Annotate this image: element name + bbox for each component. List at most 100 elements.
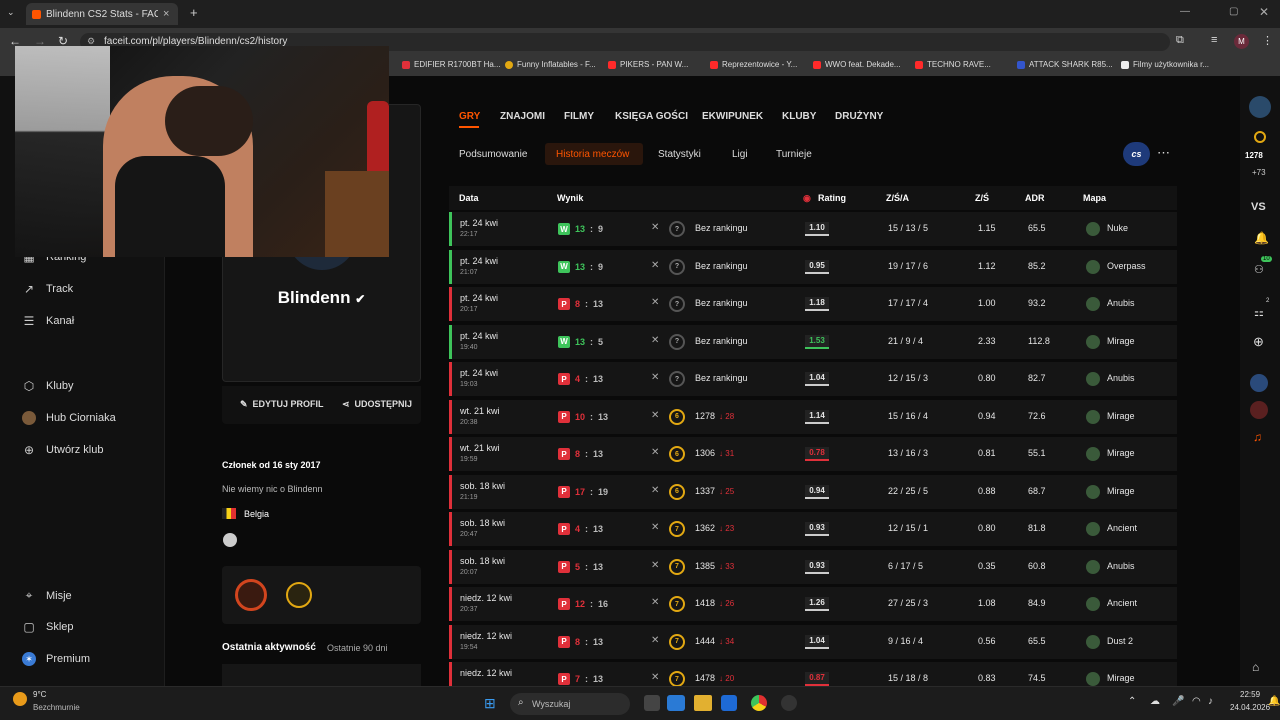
party-icon[interactable]: ⚏ [1254,306,1264,319]
nav-item-clubs[interactable]: ⬡ Kluby [22,379,74,393]
file-explorer-icon[interactable] [694,695,712,711]
tab-guestbook[interactable]: KSIĘGA GOŚCI [615,111,688,122]
user-avatar[interactable] [1249,96,1271,118]
nav-item-missions[interactable]: ⌖ Misje [22,588,72,603]
bookmark-item[interactable]: Funny Inflatables - F... [505,60,596,69]
crossed-swords-icon: ✕ [651,559,660,571]
nav-item-track[interactable]: ↗ Track [22,282,73,296]
friends-icon[interactable]: ⚇ [1254,263,1264,276]
more-options-icon[interactable]: ⋯ [1157,145,1170,161]
match-time: 19:59 [460,456,478,463]
nav-item-premium[interactable]: ✶ Premium [22,652,90,666]
weather-icon[interactable] [13,692,27,706]
bookmark-item[interactable]: WWO feat. Dekade... [813,60,901,69]
skill-level-icon: ? [669,221,685,237]
table-row[interactable]: pt. 24 kwi 19:03 P 4:13 ✕? Bez rankingu 1.04 12… [449,362,1177,396]
tray-app-icon[interactable]: ☁ [1150,696,1160,707]
match-kda: 12 / 15 / 3 [888,373,929,383]
match-kda: 22 / 25 / 5 [888,485,929,496]
reading-list-icon[interactable]: ≡ [1211,34,1217,46]
chat-icon[interactable]: ⌂ [1252,660,1259,674]
elo-value: 1385 [695,560,716,571]
maximize-icon[interactable]: ▢ [1229,6,1238,17]
friend-avatar-1[interactable] [1250,374,1268,392]
browser-menu-icon[interactable]: ⋮ [1262,34,1273,47]
taskbar-search-input[interactable]: Wyszukaj [510,693,630,715]
vs-button[interactable]: VS [1251,201,1266,213]
add-icon[interactable]: ⊕ [1253,334,1264,350]
nav-item-feed[interactable]: ☰ Kanał [22,314,75,328]
volume-icon[interactable]: ♪ [1208,696,1213,707]
notifications-icon[interactable]: 🔔 [1268,696,1280,707]
wifi-icon[interactable]: ◠ [1192,696,1201,707]
bookmark-item[interactable]: Reprezentowice - Y... [710,60,797,69]
table-row[interactable]: pt. 24 kwi 20:17 P 8:13 ✕? Bez rankingu 1.18 17… [449,287,1177,321]
profile-avatar[interactable]: M [1234,34,1249,49]
edit-profile-button[interactable]: ✎ EDYTUJ PROFIL [240,399,324,410]
bookmark-item[interactable]: ATTACK SHARK R85... [1017,60,1113,69]
minimize-icon[interactable]: — [1180,6,1190,17]
subtab-stats[interactable]: Statystyki [658,149,701,160]
tab-games[interactable]: GRY [459,111,480,122]
bookmark-item[interactable]: Filmy użytkownika r... [1121,60,1209,69]
map-icon [1086,297,1100,311]
table-row[interactable]: sob. 18 kwi 21:19 P 17:19 ✕ 6 1337 ↓ 25 0.94 22 /… [449,474,1177,509]
store-icon[interactable] [721,695,737,711]
map-icon [1086,222,1100,236]
table-row[interactable]: pt. 24 kwi 21:07 W 13:9 ✕? Bez rankingu 0.95 19… [449,249,1177,284]
subtab-tournaments[interactable]: Turnieje [776,149,812,160]
match-elo: 1362 ↓ 23 [695,523,734,533]
table-row[interactable]: niedz. 12 kwi 20:37 P 12:16 ✕ 7 1418 ↓ 26 1.26 27… [449,587,1177,621]
table-row[interactable]: wt. 21 kwi 20:38 P 10:13 ✕ 6 1278 ↓ 28 1.14 15 / … [449,399,1177,434]
score-own: 4 [575,374,581,384]
microphone-icon[interactable]: 🎤 [1172,696,1184,707]
windows-start-icon[interactable]: ⊞ [484,695,496,712]
nav-item-shop[interactable]: ▢ Sklep [22,620,73,634]
score-separator: : [590,411,594,422]
chrome-icon[interactable] [751,695,767,711]
elo-value: 1306 [695,448,716,458]
tab-videos[interactable]: FILMY [564,111,594,122]
bookmark-item[interactable]: PIKERS - PAN W... [608,60,688,69]
friend-avatar-2[interactable] [1250,401,1268,419]
bookmark-item[interactable]: TECHNO RAVE... [915,60,991,69]
table-row[interactable]: wt. 21 kwi 19:59 P 8:13 ✕ 6 1306 ↓ 31 0.78 13 / 1… [449,437,1177,471]
tab-clubs[interactable]: KLUBY [782,111,816,122]
task-view-icon[interactable] [644,695,660,711]
badge-rank-icon[interactable] [286,582,312,608]
subtab-summary[interactable]: Podsumowanie [459,149,527,160]
table-row[interactable]: niedz. 12 kwi 19:54 P 8:13 ✕ 7 1444 ↓ 34 1.04 9 /… [449,624,1177,659]
table-row[interactable]: sob. 18 kwi 20:07 P 5:13 ✕ 7 1385 ↓ 33 0.93 6 / 1… [449,549,1177,584]
badge-gg-icon[interactable] [235,579,267,611]
share-button[interactable]: ⋖ UDOSTĘPNIJ [342,399,412,410]
game-selector-cs-icon[interactable]: cs [1123,142,1150,166]
table-row[interactable]: pt. 24 kwi 22:17 W 13:9 ✕? Bez rankingu 1.10 15… [449,212,1177,246]
match-map: Mirage [1107,673,1135,683]
nav-item-hub[interactable]: Hub Ciorniaka [22,411,116,425]
subtab-match-history[interactable]: Historia meczów [556,149,629,160]
subtab-leagues[interactable]: Ligi [732,149,748,160]
bell-icon[interactable]: 🔔 [1254,231,1269,245]
browser-tab[interactable]: Blindenn CS2 Stats - FACEIT.com × [26,3,178,25]
tab-teams[interactable]: DRUŻYNY [835,111,883,122]
headset-icon[interactable]: ♫ [1253,430,1262,444]
tab-friends[interactable]: ZNAJOMI [500,111,545,122]
tab-search-icon[interactable]: ⌄ [7,7,15,18]
app-icon[interactable] [781,695,797,711]
table-row[interactable]: sob. 18 kwi 20:47 P 4:13 ✕ 7 1362 ↓ 23 0.93 12 / … [449,512,1177,546]
nav-item-create-club[interactable]: ⊕ Utwórz klub [22,443,104,457]
steam-icon[interactable] [223,533,237,547]
close-tab-icon[interactable]: × [163,8,169,20]
window-close-icon[interactable]: ✕ [1259,5,1269,19]
match-map: Anubis [1107,373,1135,383]
extensions-icon[interactable]: ⧉ [1176,34,1184,47]
widgets-icon[interactable] [667,695,685,711]
elo-delta: ↓ 28 [719,411,735,421]
tab-title: Blindenn CS2 Stats - FACEIT.com [46,8,158,20]
match-map: Mirage [1107,448,1135,458]
new-tab-icon[interactable]: + [190,5,198,20]
tray-chevron-icon[interactable]: ⌃ [1128,696,1136,707]
bookmark-item[interactable]: EDIFIER R1700BT Ha... [402,60,501,69]
tab-equipment[interactable]: EKWIPUNEK [702,111,763,122]
table-row[interactable]: pt. 24 kwi 19:40 W 13:5 ✕? Bez rankingu 1.53 21… [449,324,1177,359]
